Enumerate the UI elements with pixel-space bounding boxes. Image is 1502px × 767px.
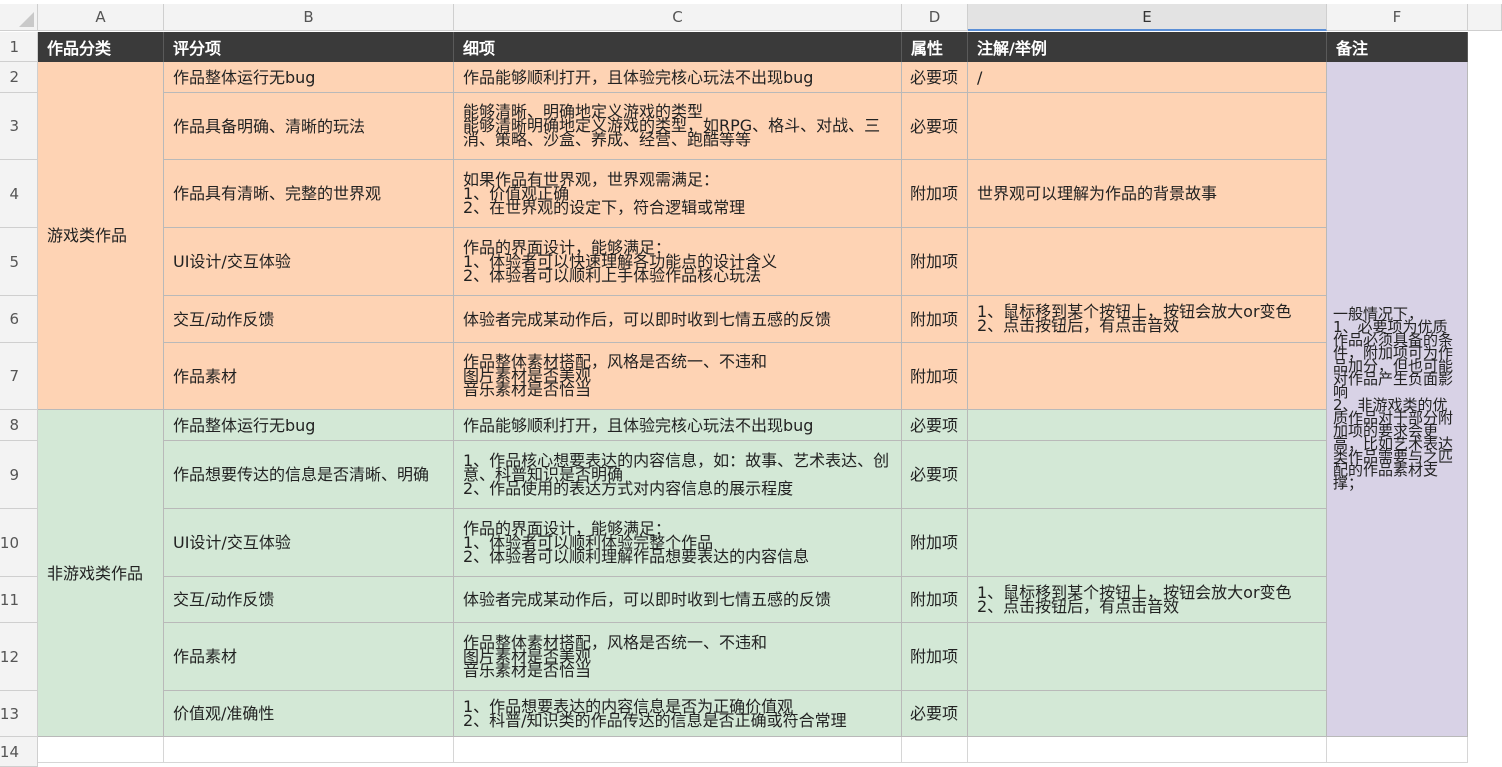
nongame-item-cell[interactable]: 价值观/准确性 bbox=[164, 691, 454, 737]
row-header-2[interactable]: 2 bbox=[0, 62, 38, 93]
game-detail-cell[interactable]: 作品整体素材搭配，风格是否统一、不违和 图片素材是否美观 音乐素材是否恰当 bbox=[454, 343, 902, 410]
game-item-cell[interactable]: 作品素材 bbox=[164, 343, 454, 410]
game-detail-cell[interactable]: 作品能够顺利打开，且体验完核心玩法不出现bug bbox=[454, 62, 902, 93]
header-cell-note[interactable]: 注解/举例 bbox=[968, 32, 1327, 62]
game-item-cell[interactable]: 作品具备明确、清晰的玩法 bbox=[164, 93, 454, 160]
row-header-13[interactable]: 13 bbox=[0, 691, 38, 737]
header-cell-score-item[interactable]: 评分项 bbox=[164, 32, 454, 62]
game-attr-cell[interactable]: 附加项 bbox=[902, 343, 968, 410]
empty-cell[interactable] bbox=[38, 737, 164, 763]
nongame-item-cell[interactable]: 作品想要传达的信息是否清晰、明确 bbox=[164, 441, 454, 509]
row-header-1[interactable]: 1 bbox=[0, 32, 38, 62]
game-note-cell[interactable]: 1、鼠标移到某个按钮上，按钮会放大or变色 2、点击按钮后，有点击音效 bbox=[968, 296, 1327, 343]
nongame-note-cell[interactable] bbox=[968, 509, 1327, 577]
nongame-attr-cell[interactable]: 必要项 bbox=[902, 410, 968, 441]
header-cell-attribute[interactable]: 属性 bbox=[902, 32, 968, 62]
column-header-blank bbox=[1468, 4, 1502, 31]
game-attr-cell[interactable]: 附加项 bbox=[902, 228, 968, 296]
row-header-3[interactable]: 3 bbox=[0, 93, 38, 160]
column-header-c[interactable]: C bbox=[454, 4, 902, 31]
column-header-d[interactable]: D bbox=[902, 4, 968, 31]
row-header-4[interactable]: 4 bbox=[0, 160, 38, 228]
remark-cell[interactable]: 一般情况下， 1、必要项为优质作品必须具备的条件，附加项可为作品加分，但也可能对… bbox=[1327, 62, 1468, 737]
row-header-6[interactable]: 6 bbox=[0, 296, 38, 343]
empty-cell[interactable] bbox=[902, 737, 968, 763]
select-all-corner[interactable] bbox=[0, 4, 38, 31]
header-cell-remark[interactable]: 备注 bbox=[1327, 32, 1468, 62]
nongame-note-cell[interactable] bbox=[968, 410, 1327, 441]
row-header-11[interactable]: 11 bbox=[0, 577, 38, 623]
nongame-attr-cell[interactable]: 附加项 bbox=[902, 509, 968, 577]
game-attr-cell[interactable]: 必要项 bbox=[902, 93, 968, 160]
game-item-cell[interactable]: 交互/动作反馈 bbox=[164, 296, 454, 343]
row-header-7[interactable]: 7 bbox=[0, 343, 38, 410]
empty-cell[interactable] bbox=[164, 737, 454, 763]
game-note-cell[interactable] bbox=[968, 93, 1327, 160]
nongame-attr-cell[interactable]: 必要项 bbox=[902, 691, 968, 737]
column-header-e[interactable]: E bbox=[968, 4, 1327, 31]
nongame-detail-cell[interactable]: 作品的界面设计，能够满足： 1、体验者可以顺利体验完整个作品 2、体验者可以顺利… bbox=[454, 509, 902, 577]
nongame-detail-cell[interactable]: 1、作品核心想要表达的内容信息，如：故事、艺术表达、创意、科普知识是否明确 2、… bbox=[454, 441, 902, 509]
row-header-12[interactable]: 12 bbox=[0, 623, 38, 691]
nongame-detail-cell[interactable]: 作品整体素材搭配，风格是否统一、不违和 图片素材是否美观 音乐素材是否恰当 bbox=[454, 623, 902, 691]
nongame-attr-cell[interactable]: 必要项 bbox=[902, 441, 968, 509]
game-detail-cell[interactable]: 作品的界面设计，能够满足： 1、体验者可以快速理解各功能点的设计含义 2、体验者… bbox=[454, 228, 902, 296]
game-attr-cell[interactable]: 附加项 bbox=[902, 296, 968, 343]
nongame-item-cell[interactable]: 作品整体运行无bug bbox=[164, 410, 454, 441]
nongame-attr-cell[interactable]: 附加项 bbox=[902, 577, 968, 623]
game-detail-cell[interactable]: 如果作品有世界观，世界观需满足： 1、价值观正确 2、在世界观的设定下，符合逻辑… bbox=[454, 160, 902, 228]
game-note-cell[interactable] bbox=[968, 228, 1327, 296]
row-header-10[interactable]: 10 bbox=[0, 509, 38, 577]
nongame-item-cell[interactable]: 作品素材 bbox=[164, 623, 454, 691]
nongame-item-cell[interactable]: UI设计/交互体验 bbox=[164, 509, 454, 577]
column-header-f[interactable]: F bbox=[1327, 4, 1468, 31]
nongame-note-cell[interactable]: 1、鼠标移到某个按钮上，按钮会放大or变色 2、点击按钮后，有点击音效 bbox=[968, 577, 1327, 623]
nongame-item-cell[interactable]: 交互/动作反馈 bbox=[164, 577, 454, 623]
game-note-cell[interactable] bbox=[968, 343, 1327, 410]
row-header-9[interactable]: 9 bbox=[0, 441, 38, 509]
game-item-cell[interactable]: UI设计/交互体验 bbox=[164, 228, 454, 296]
game-attr-cell[interactable]: 必要项 bbox=[902, 62, 968, 93]
nongame-note-cell[interactable] bbox=[968, 691, 1327, 737]
empty-cell[interactable] bbox=[1327, 737, 1468, 763]
empty-cell[interactable] bbox=[454, 737, 902, 763]
nongame-detail-cell[interactable]: 1、作品想要表达的内容信息是否为正确价值观 2、科普/知识类的作品传达的信息是否… bbox=[454, 691, 902, 737]
game-item-cell[interactable]: 作品整体运行无bug bbox=[164, 62, 454, 93]
game-detail-cell[interactable]: 能够清晰、明确地定义游戏的类型 能够清晰明确地定义游戏的类型，如RPG、格斗、对… bbox=[454, 93, 902, 160]
game-note-cell[interactable]: 世界观可以理解为作品的背景故事 bbox=[968, 160, 1327, 228]
category-cell-game[interactable]: 游戏类作品 bbox=[38, 62, 164, 410]
header-cell-detail[interactable]: 细项 bbox=[454, 32, 902, 62]
row-header-5[interactable]: 5 bbox=[0, 228, 38, 296]
nongame-note-cell[interactable] bbox=[968, 441, 1327, 509]
column-header-b[interactable]: B bbox=[164, 4, 454, 31]
game-detail-cell[interactable]: 体验者完成某动作后，可以即时收到七情五感的反馈 bbox=[454, 296, 902, 343]
category-cell-nongame[interactable]: 非游戏类作品 bbox=[38, 410, 164, 737]
nongame-note-cell[interactable] bbox=[968, 623, 1327, 691]
empty-cell[interactable] bbox=[968, 737, 1327, 763]
nongame-detail-cell[interactable]: 作品能够顺利打开，且体验完核心玩法不出现bug bbox=[454, 410, 902, 441]
game-attr-cell[interactable]: 附加项 bbox=[902, 160, 968, 228]
nongame-detail-cell[interactable]: 体验者完成某动作后，可以即时收到七情五感的反馈 bbox=[454, 577, 902, 623]
game-item-cell[interactable]: 作品具有清晰、完整的世界观 bbox=[164, 160, 454, 228]
game-note-cell[interactable]: / bbox=[968, 62, 1327, 93]
nongame-attr-cell[interactable]: 附加项 bbox=[902, 623, 968, 691]
column-header-a[interactable]: A bbox=[38, 4, 164, 31]
header-cell-category[interactable]: 作品分类 bbox=[38, 32, 164, 62]
row-header-8[interactable]: 8 bbox=[0, 410, 38, 441]
